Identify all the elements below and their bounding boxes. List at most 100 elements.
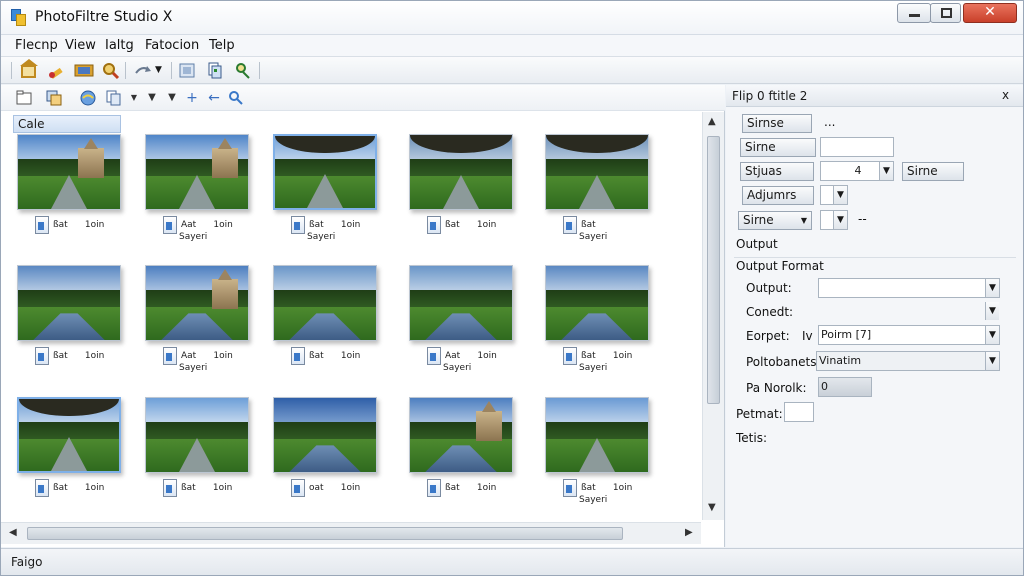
menu-help[interactable]: Telp — [209, 38, 235, 53]
image-file-icon — [563, 216, 577, 234]
brush-button[interactable] — [47, 61, 67, 80]
thumbnail-caption: ßat 1oin — [581, 483, 633, 493]
chevron-down-icon[interactable]: ▼ — [985, 279, 999, 297]
resize-icon — [179, 63, 195, 78]
image-thumbnail[interactable] — [409, 134, 513, 210]
chevron-down-icon[interactable]: ▼ — [985, 352, 999, 370]
close-button[interactable]: ✕ — [963, 3, 1017, 23]
image-thumbnail[interactable] — [545, 134, 649, 210]
image-thumbnail[interactable] — [17, 265, 121, 341]
petmat-input[interactable] — [784, 402, 814, 422]
search-icon — [229, 91, 243, 105]
filter-dropdown[interactable]: ▼ — [163, 89, 181, 107]
scroll-right-icon[interactable]: ▶ — [685, 527, 693, 538]
horizontal-scroll-thumb[interactable] — [27, 527, 623, 540]
adjust-dropdown[interactable]: ▼ — [820, 185, 848, 205]
batch-button[interactable] — [205, 61, 225, 80]
zoom-button[interactable] — [101, 61, 121, 80]
panel-close-icon[interactable]: x — [1002, 88, 1009, 102]
browser-toolbar: ▼ ▼ ▼ + ← — [1, 85, 725, 111]
option-button-2[interactable]: Sirne — [740, 138, 816, 157]
image-thumbnail[interactable] — [145, 397, 249, 473]
gallery-button[interactable] — [73, 61, 94, 80]
image-file-icon — [427, 479, 441, 497]
scroll-up-icon[interactable]: ▲ — [708, 116, 716, 127]
image-file-icon — [291, 479, 305, 497]
image-thumbnail[interactable] — [409, 265, 513, 341]
back-button[interactable]: ← — [205, 89, 223, 107]
thumbnail-subcaption: Sayeri — [579, 232, 608, 242]
category-label[interactable]: Cale — [13, 115, 121, 133]
menu-view[interactable]: View — [65, 38, 96, 53]
pa-norok-input[interactable]: 0 — [818, 377, 872, 397]
horizontal-scrollbar[interactable]: ◀ ▶ — [1, 522, 701, 544]
status-bar: Faigo — [1, 548, 1023, 575]
option-input-2[interactable] — [820, 137, 894, 157]
chevron-down-icon[interactable]: ▼ — [879, 162, 893, 180]
image-thumbnail[interactable] — [145, 134, 249, 210]
chevron-down-icon[interactable]: ▼ — [985, 302, 999, 320]
option-value-3[interactable]: 4 ▼ — [820, 161, 894, 181]
vertical-scrollbar[interactable]: ▲ ▼ — [702, 112, 724, 520]
menu-file[interactable]: Flecnp — [15, 38, 58, 53]
image-thumbnail[interactable] — [17, 134, 121, 210]
menu-edit[interactable]: Ialtg — [105, 38, 134, 53]
panel-title: Flip 0 ftitle 2 — [732, 89, 808, 103]
image-file-icon — [163, 479, 177, 497]
resize-button[interactable] — [177, 61, 197, 80]
image-thumbnail[interactable] — [409, 397, 513, 473]
chevron-down-icon[interactable]: ▼ — [833, 186, 847, 204]
thumbnail-subcaption: Sayeri — [579, 495, 608, 505]
option-button-3b[interactable]: Sirne — [902, 162, 964, 181]
maximize-button[interactable] — [930, 3, 961, 23]
filter-button[interactable] — [233, 61, 253, 80]
export-select[interactable]: Poirm [7] ▼ — [818, 325, 1000, 345]
filter-icon — [236, 63, 250, 79]
app-window: PhotoFiltre Studio X ✕ Flecnp View Ialtg… — [0, 0, 1024, 576]
rotate-button[interactable] — [133, 61, 153, 80]
new-folder-button[interactable] — [15, 89, 33, 107]
image-thumbnail[interactable] — [273, 265, 377, 341]
scroll-down-icon[interactable]: ▼ — [708, 502, 716, 513]
sort-dropdown[interactable]: ▼ — [143, 89, 161, 107]
option-button-3[interactable]: Stjuas — [740, 162, 814, 181]
image-file-icon — [427, 216, 441, 234]
output-select[interactable]: ▼ — [818, 278, 1000, 298]
output-field-label: Output: — [746, 281, 792, 295]
add-button[interactable]: + — [183, 89, 201, 107]
vertical-scroll-thumb[interactable] — [707, 136, 720, 404]
chevron-down-icon[interactable]: ▼ — [985, 326, 999, 344]
minimize-button[interactable] — [897, 3, 931, 23]
chevron-down-icon[interactable]: ▼ — [833, 211, 847, 229]
status-text: Faigo — [11, 555, 43, 569]
copy-dropdown[interactable]: ▼ — [125, 89, 143, 107]
option-value-3-text: 4 — [854, 164, 862, 177]
option-button-5[interactable]: Sirne ▼ — [738, 211, 812, 230]
brush-icon — [49, 67, 63, 79]
image-thumbnail[interactable] — [17, 397, 121, 473]
menu-function[interactable]: Fatocion — [145, 38, 199, 53]
option-dropdown-5[interactable]: ▼ — [820, 210, 848, 230]
option-button-5-label: Sirne — [743, 213, 774, 227]
search-button[interactable] — [227, 89, 245, 107]
connect-select[interactable]: ▼ — [818, 301, 1000, 321]
copy-icon — [106, 90, 121, 106]
image-thumbnail[interactable] — [273, 397, 377, 473]
rotate-dropdown[interactable]: ▼ — [155, 61, 175, 80]
parameters-select[interactable]: Vinatim ▼ — [816, 351, 1000, 371]
home-button[interactable] — [19, 59, 39, 80]
image-thumbnail[interactable] — [545, 397, 649, 473]
scroll-left-icon[interactable]: ◀ — [9, 527, 17, 538]
option-dash: -- — [858, 212, 867, 226]
image-thumbnail[interactable] — [145, 265, 249, 341]
thumbnail-view-button[interactable] — [45, 89, 63, 107]
adjust-button[interactable]: Adjumrs — [742, 186, 814, 205]
image-thumbnail[interactable] — [545, 265, 649, 341]
export-field-label: Eorpet: — [746, 329, 790, 343]
refresh-button[interactable] — [79, 89, 97, 107]
gallery-icon — [74, 64, 94, 77]
option-ellipsis: ... — [824, 115, 836, 129]
copy-button[interactable] — [105, 89, 123, 107]
image-thumbnail[interactable] — [273, 134, 377, 210]
option-button-1[interactable]: Sirnse — [742, 114, 812, 133]
